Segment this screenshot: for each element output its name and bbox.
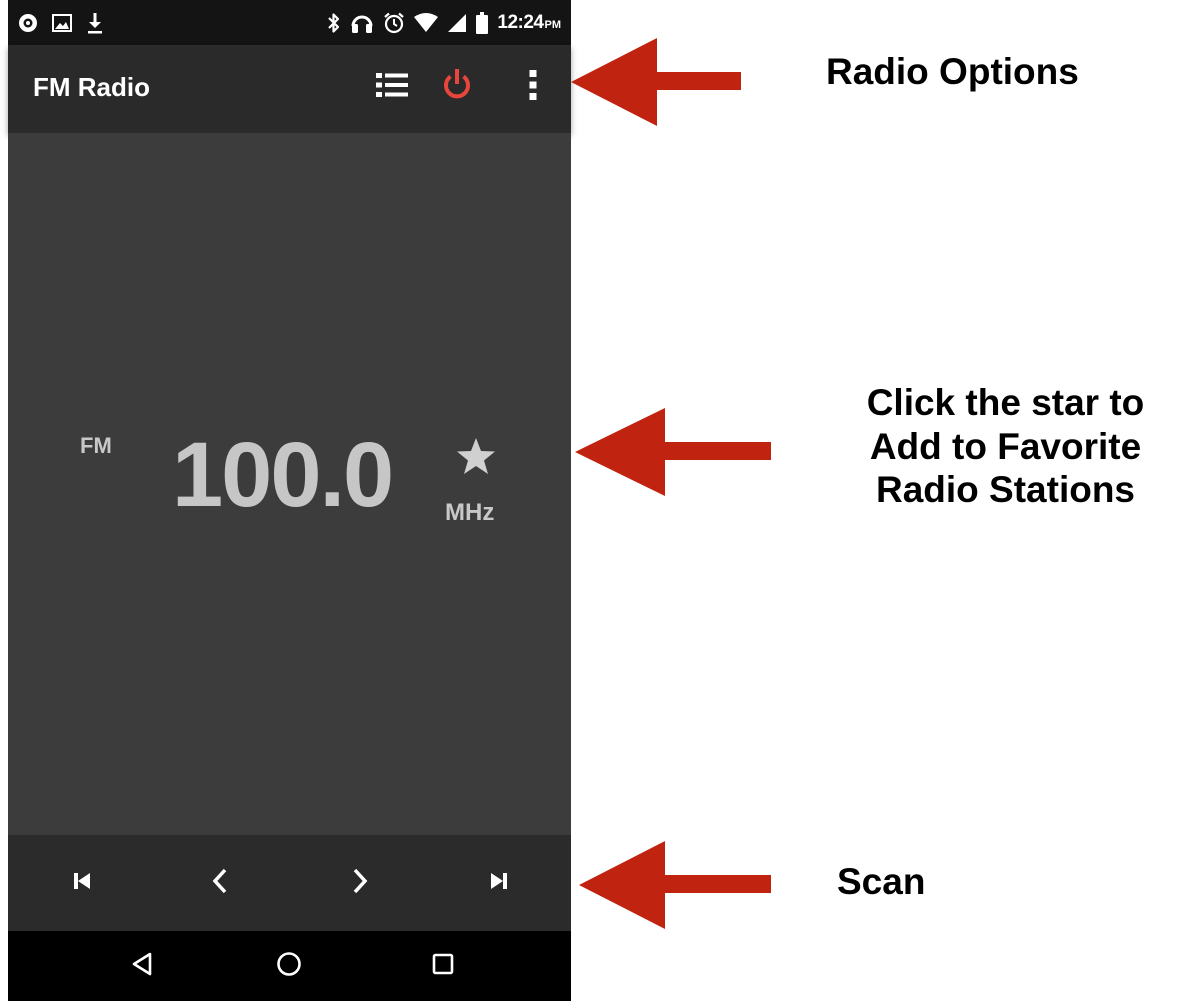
skip-previous-button[interactable]	[58, 859, 106, 907]
recents-icon	[431, 952, 455, 981]
download-icon	[86, 12, 104, 34]
wifi-icon	[414, 12, 439, 33]
status-bar: 12:24PM	[8, 0, 571, 45]
image-icon	[52, 13, 72, 32]
radio-options-arrow	[571, 38, 741, 126]
status-time: 12:24	[497, 11, 544, 33]
back-button[interactable]	[119, 943, 165, 989]
frequency-display: 100.0	[172, 424, 394, 526]
scan-arrow	[579, 841, 771, 929]
favorite-callout-line3: Radio Stations	[875, 469, 1136, 511]
home-icon	[276, 951, 302, 982]
power-icon	[441, 68, 473, 107]
battery-icon	[476, 11, 489, 34]
headphones-icon	[350, 12, 374, 34]
tune-down-button[interactable]	[196, 859, 244, 907]
unit-label: MHz	[445, 499, 495, 526]
favorite-callout-line2: Add to Favorite	[869, 425, 1142, 467]
annotated-screenshot: 12:24PM FM Radio FM 100.0 MHz Radio Opti…	[0, 0, 1186, 1001]
favorite-callout: Click the star to Add to Favorite Radio …	[833, 381, 1178, 512]
phone-screen: 12:24PM FM Radio FM 100.0 MHz	[8, 0, 571, 1001]
recents-button[interactable]	[420, 943, 466, 989]
home-button[interactable]	[266, 943, 312, 989]
more-options-button[interactable]	[511, 65, 555, 109]
favorite-star-button[interactable]	[453, 435, 499, 481]
app-title: FM Radio	[33, 72, 150, 102]
favorite-arrow	[575, 408, 771, 496]
station-list-button[interactable]	[370, 65, 414, 109]
alarm-icon	[383, 12, 405, 34]
status-ampm: PM	[544, 18, 562, 31]
signal-icon	[447, 13, 467, 33]
bluetooth-icon	[327, 12, 341, 34]
tune-up-button[interactable]	[336, 859, 384, 907]
status-right-icons: 12:24PM	[327, 0, 561, 45]
scan-callout: Scan	[837, 861, 926, 902]
notification-icon	[18, 13, 38, 33]
favorite-callout-line1: Click the star to	[866, 382, 1145, 423]
tuner-panel: FM 100.0 MHz	[8, 133, 571, 835]
chevron-left-icon	[211, 867, 229, 900]
skip-next-icon	[489, 871, 509, 896]
power-button[interactable]	[435, 65, 479, 109]
radio-options-callout: Radio Options	[826, 51, 1079, 92]
band-label: FM	[80, 433, 112, 458]
scan-controls	[8, 835, 571, 931]
system-nav-bar	[8, 931, 571, 1001]
status-clock: 12:24PM	[497, 12, 561, 34]
status-left-icons	[18, 0, 104, 45]
back-icon	[130, 951, 154, 982]
skip-previous-icon	[72, 871, 92, 896]
station-list-icon	[376, 72, 408, 103]
app-bar: FM Radio	[8, 45, 571, 133]
more-options-icon	[528, 69, 538, 106]
chevron-right-icon	[351, 867, 369, 900]
skip-next-button[interactable]	[475, 859, 523, 907]
star-icon	[456, 437, 496, 480]
